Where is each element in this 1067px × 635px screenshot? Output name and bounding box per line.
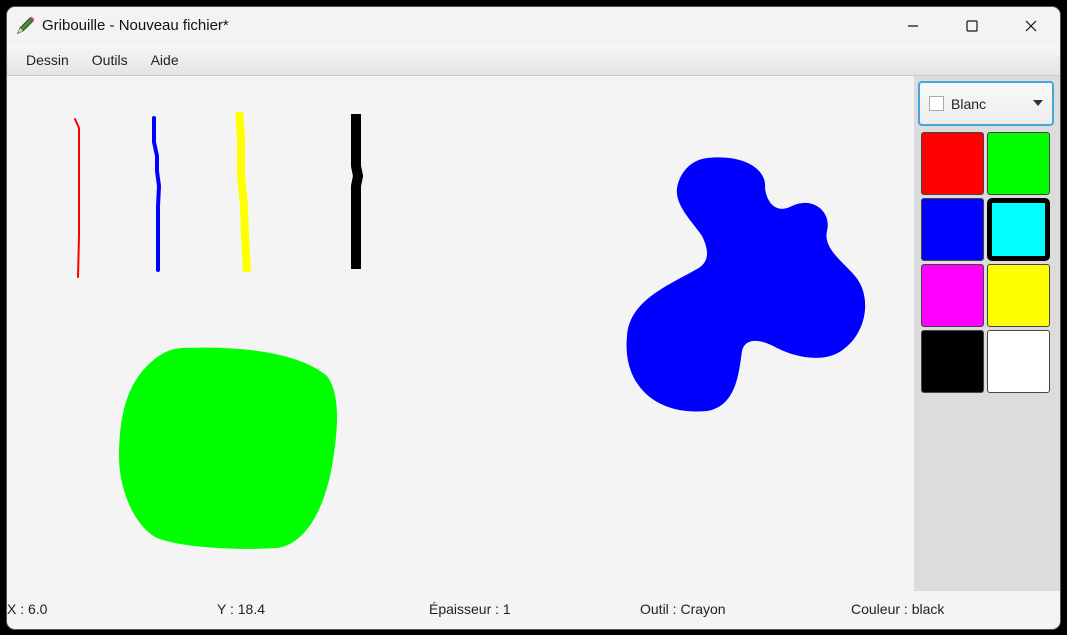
drawing-canvas[interactable] — [7, 76, 914, 591]
swatch-magenta[interactable] — [921, 264, 984, 327]
status-tool: Outil : Crayon — [640, 601, 726, 617]
maximize-button[interactable] — [942, 7, 1001, 44]
swatch-blue[interactable] — [921, 198, 984, 261]
swatch-yellow[interactable] — [987, 264, 1050, 327]
close-button[interactable] — [1001, 7, 1060, 44]
swatch-cyan[interactable] — [987, 198, 1050, 261]
swatch-black[interactable] — [921, 330, 984, 393]
app-window: Gribouille - Nouveau fichier* Dessin Out… — [7, 7, 1060, 629]
color-select-label: Blanc — [951, 95, 987, 112]
status-color: Couleur : black — [851, 601, 945, 617]
menu-dessin[interactable]: Dessin — [14, 52, 81, 68]
close-icon — [1025, 20, 1036, 31]
swatch-green[interactable] — [987, 132, 1050, 195]
selected-color-swatch — [929, 96, 944, 111]
black-stroke — [351, 114, 364, 269]
status-x: X : 6.0 — [7, 601, 48, 617]
minimize-button[interactable] — [883, 7, 942, 44]
maximize-icon — [965, 19, 978, 32]
status-bar: X : 6.0 Y : 18.4 Épaisseur : 1 Outil : C… — [7, 591, 1060, 629]
status-y: Y : 18.4 — [217, 601, 266, 617]
pencil-icon — [14, 15, 36, 37]
menu-outils[interactable]: Outils — [80, 52, 140, 68]
status-thickness: Épaisseur : 1 — [429, 601, 511, 617]
menu-aide[interactable]: Aide — [139, 52, 191, 68]
green-blob — [119, 347, 337, 549]
title-bar: Gribouille - Nouveau fichier* — [7, 7, 1060, 44]
chevron-down-icon — [1033, 100, 1043, 106]
color-panel: Blanc — [914, 76, 1060, 591]
color-select[interactable]: Blanc — [918, 81, 1054, 126]
window-title: Gribouille - Nouveau fichier* — [42, 17, 229, 34]
menu-bar: Dessin Outils Aide — [7, 44, 1060, 76]
color-palette — [921, 132, 1051, 393]
blue-stroke — [152, 116, 162, 272]
blue-blob — [626, 157, 866, 412]
swatch-white[interactable] — [987, 330, 1050, 393]
minimize-icon — [907, 24, 918, 27]
red-stroke — [74, 118, 80, 278]
yellow-stroke — [235, 111, 251, 273]
drawing-layer — [74, 111, 866, 549]
swatch-red[interactable] — [921, 132, 984, 195]
